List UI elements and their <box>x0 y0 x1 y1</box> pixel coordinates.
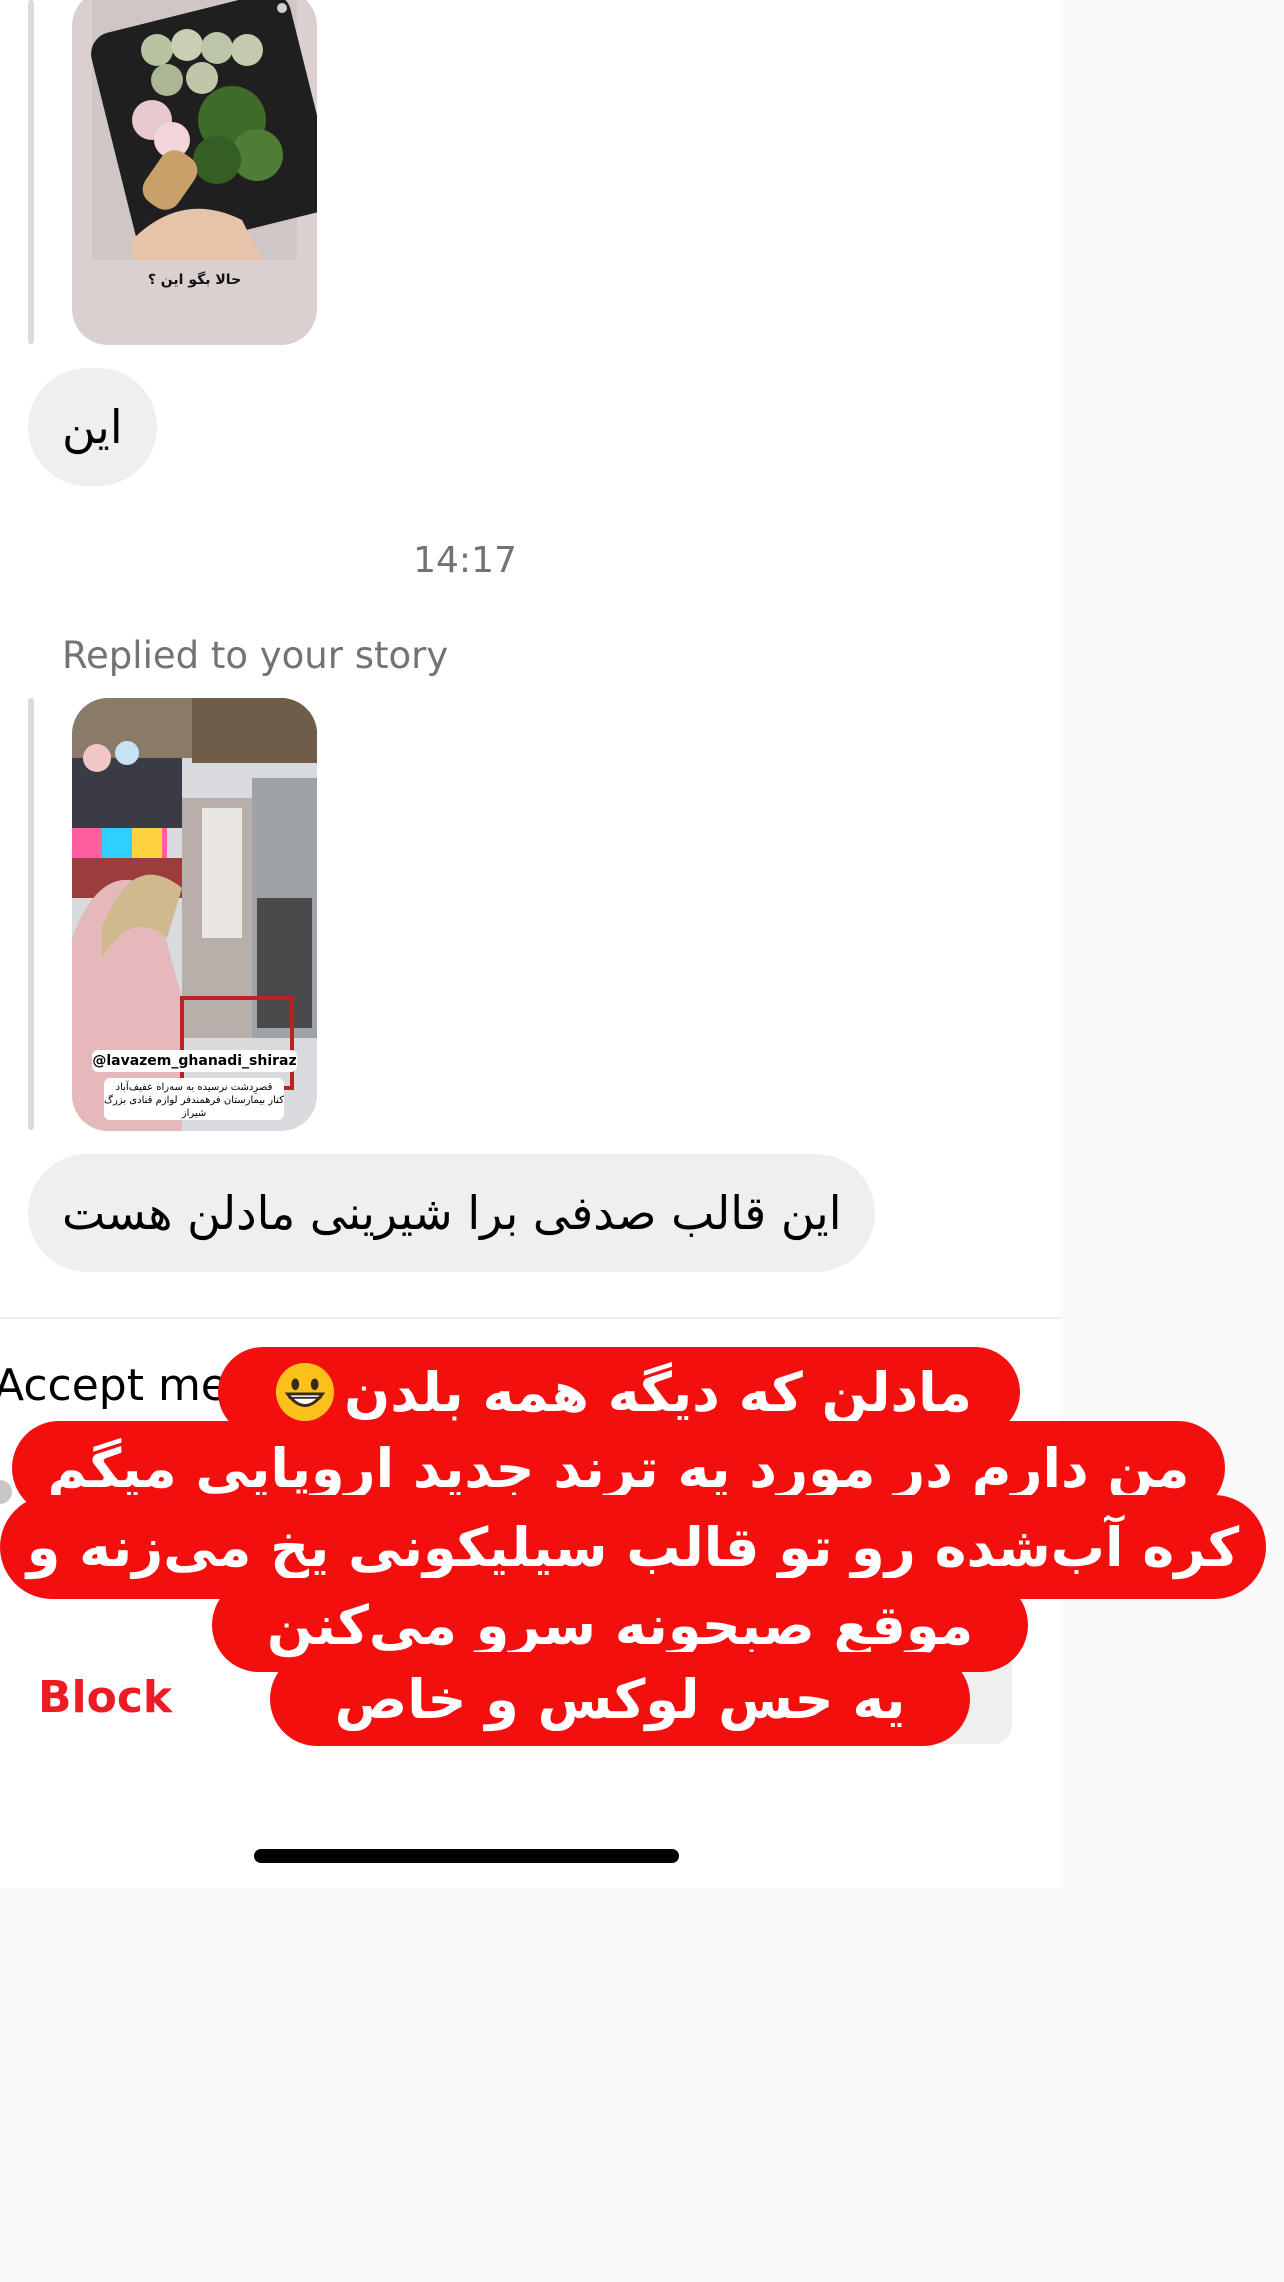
block-button[interactable]: Block <box>38 1672 172 1723</box>
overlay-caption-line-5: یه حس لوکس و خاص <box>270 1652 970 1746</box>
grinning-face-emoji-icon <box>276 1362 335 1422</box>
story-caption-sticker: قصرِدشت نرسیده به سه‌راه عفیف‌آباد کنار … <box>104 1078 284 1120</box>
option-indicator-dot <box>0 1480 12 1504</box>
story-reply-thread-line <box>28 698 34 1130</box>
divider <box>0 1317 1060 1319</box>
message-timestamp: 14:17 <box>413 540 517 581</box>
overlay-caption-text: موقع صبحونه سرو می‌کنن <box>266 1593 974 1657</box>
overlay-caption-text: یه حس لوکس و خاص <box>334 1667 906 1731</box>
story-preview-flowers[interactable]: حالا بگو این ؟ <box>72 0 317 345</box>
story-reply-thread-line <box>28 0 34 344</box>
story-preview-shop[interactable]: @lavazem_ghanadi_shiraz قصرِدشت نرسیده ب… <box>72 698 317 1131</box>
story-image-flowers <box>91 0 317 260</box>
home-indicator[interactable] <box>254 1849 679 1863</box>
story-username-sticker: @lavazem_ghanadi_shiraz <box>92 1050 297 1072</box>
story-caption-text: حالا بگو این ؟ <box>147 272 242 288</box>
message-text: این <box>62 400 123 454</box>
message-text: این قالب صدفی برا شیرینی مادلن هست <box>62 1186 842 1240</box>
overlay-caption-text: کره آب‌شده رو تو قالب سیلیکونی یخ می‌زنه… <box>26 1515 1240 1579</box>
received-message-bubble[interactable]: این <box>28 368 157 486</box>
story-caption-line: کنار بیمارستان فرهمندفر لوازم قنادی بزرگ… <box>104 1095 284 1119</box>
overlay-caption-text: من دارم در مورد یه ترند جدید اروپایی میگ… <box>47 1436 1190 1500</box>
received-message-bubble[interactable]: این قالب صدفی برا شیرینی مادلن هست <box>28 1154 876 1272</box>
replied-to-story-label: Replied to your story <box>62 634 449 677</box>
overlay-caption-text: مادلن که دیگه همه بلدن <box>344 1360 972 1424</box>
accept-message-request-text: Accept mes <box>0 1360 251 1411</box>
story-caption-line: قصرِدشت نرسیده به سه‌راه عفیف‌آباد <box>115 1082 273 1093</box>
